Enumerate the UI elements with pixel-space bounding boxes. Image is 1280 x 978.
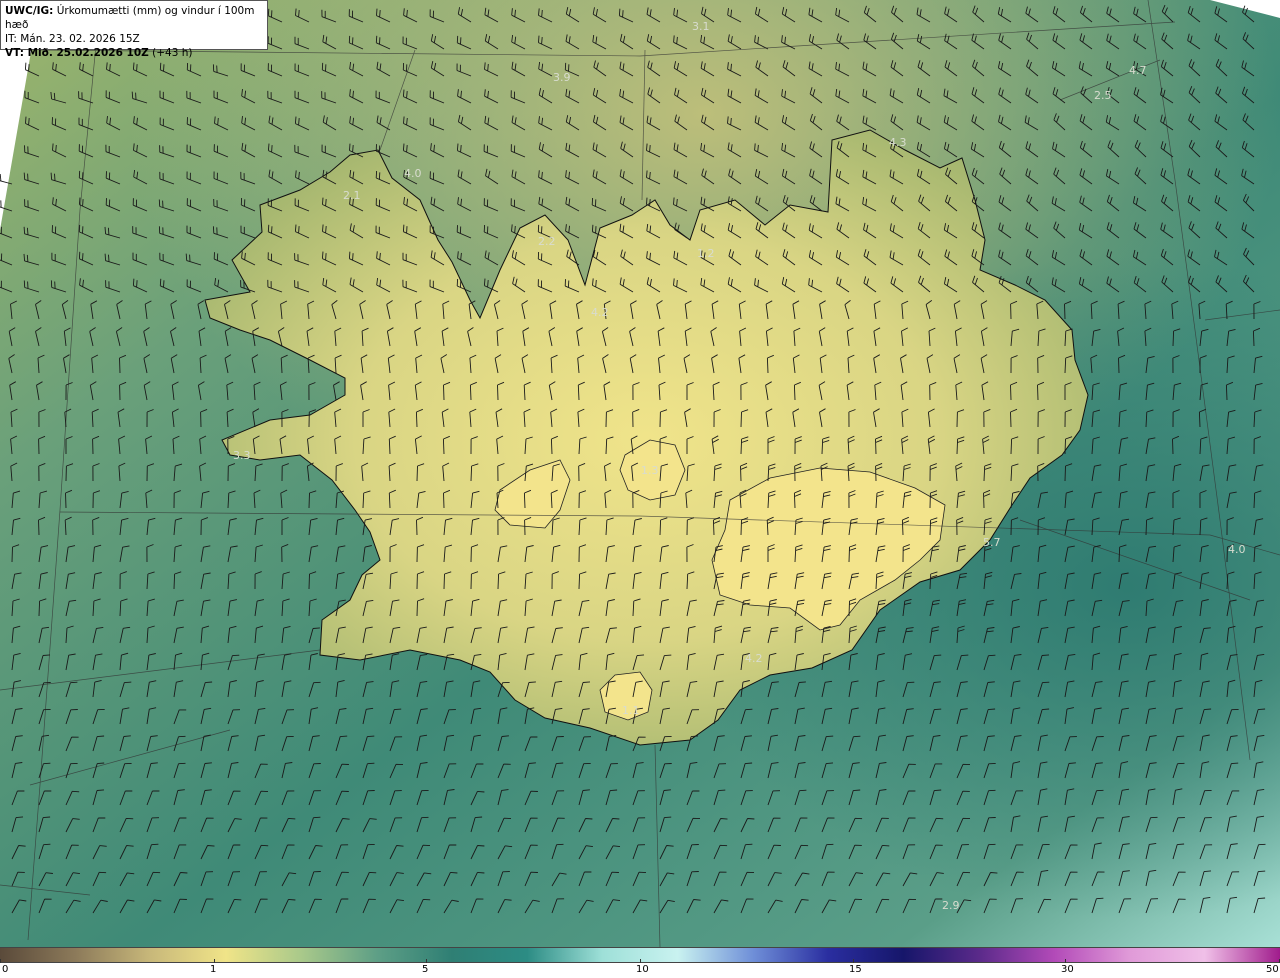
lead-time: (+43 h) (152, 47, 193, 59)
map-label: 1.2 (697, 247, 715, 260)
map-view: 3.1 3.9 4.7 2.5 4.3 4.0 2.1 2.2 4.2 1.2 … (0, 0, 1280, 978)
map-label: 4.3 (889, 136, 907, 149)
colorbar-tick-label: 15 (849, 964, 862, 975)
map-label: 2.2 (538, 235, 556, 248)
colorbar-tick-label: 10 (636, 964, 649, 975)
map-label: 2.5 (1094, 89, 1112, 102)
valid-time-line: VT: Mið. 25.02.2026 10Z (+43 h) (5, 46, 263, 60)
colorbar-tick-label: 1 (210, 964, 217, 975)
map-label: 2.9 (942, 899, 960, 912)
colorbar-tick-mark (1065, 959, 1066, 963)
colorbar-tick-mark (853, 959, 854, 963)
issue-time: IT: Mán. 23. 02. 2026 15Z (5, 33, 140, 45)
valid-time: VT: Mið. 25.02.2026 10Z (5, 47, 149, 59)
map-label: 4.0 (404, 167, 422, 180)
map-label: 3.9 (553, 71, 571, 84)
model-name: UWC/IG: (5, 5, 54, 17)
map-label: 1.3 (641, 464, 659, 477)
map-label: 3.1 (692, 20, 710, 33)
map-label: 4.0 (1228, 543, 1246, 556)
colorbar-tick-mark (640, 959, 641, 963)
title-line: UWC/IG: Úrkomumætti (mm) og vindur í 100… (5, 4, 263, 32)
map-label: 3.3 (233, 449, 251, 462)
map-label: 4.7 (1129, 64, 1147, 77)
colorbar-legend: 0 1 5 10 15 30 50 (0, 947, 1280, 978)
precipitation-wind-map: 3.1 3.9 4.7 2.5 4.3 4.0 2.1 2.2 4.2 1.2 … (0, 0, 1280, 947)
map-label: 1.1 (622, 704, 640, 717)
colorbar-tick-mark (214, 959, 215, 963)
map-label: 2.1 (343, 189, 361, 202)
colorbar-tick-label: 30 (1061, 964, 1074, 975)
map-label: 5.7 (983, 536, 1001, 549)
colorbar-tick-label: 5 (422, 964, 429, 975)
colorbar-tick-label: 50 (1266, 964, 1279, 975)
map-label: 4.2 (591, 306, 609, 319)
map-header: UWC/IG: Úrkomumætti (mm) og vindur í 100… (0, 0, 268, 59)
colorbar-tick-mark (0, 959, 1, 963)
map-label: 4.2 (745, 652, 763, 665)
colorbar-tick-mark (426, 959, 427, 963)
colorbar-tick-label: 0 (2, 964, 9, 975)
